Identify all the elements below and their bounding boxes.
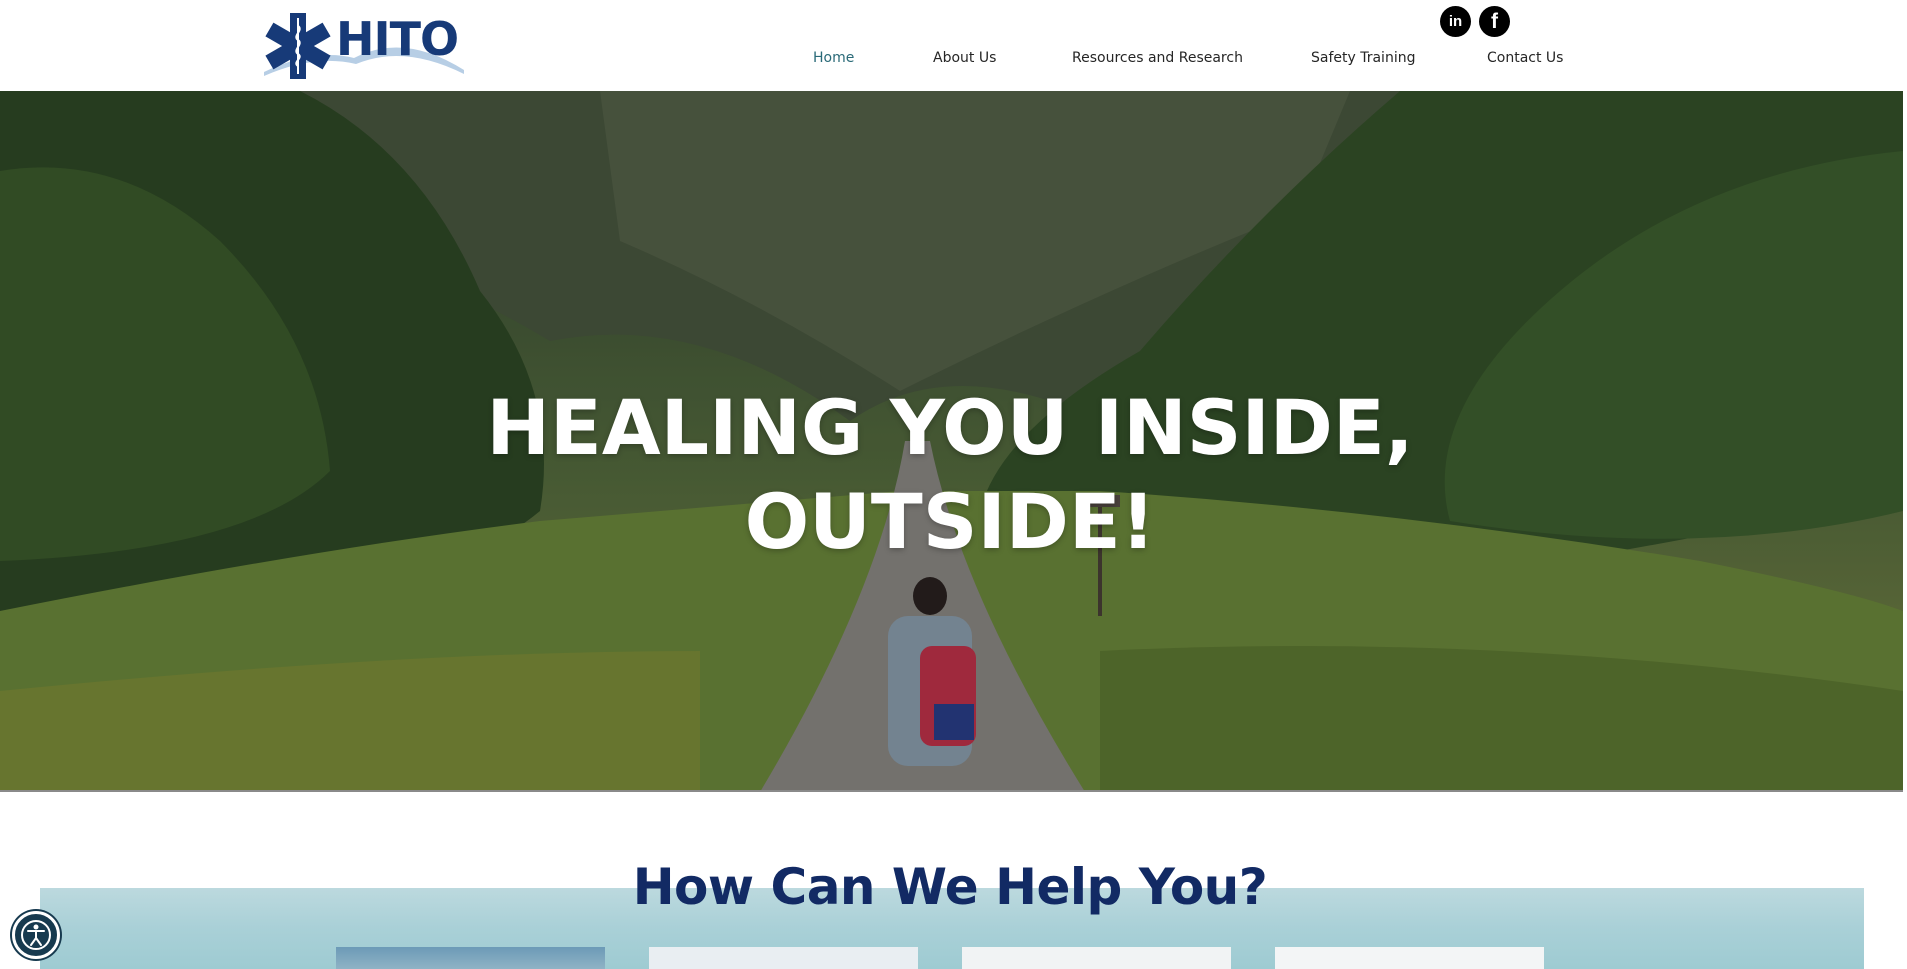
nav-item-resources-and-research[interactable]: Resources and Research bbox=[1072, 50, 1243, 66]
hero-title-line-2: OUTSIDE! bbox=[744, 477, 1156, 566]
site-header: HITO in f Home About Us Resources and Re… bbox=[0, 0, 1903, 91]
site-logo[interactable]: HITO bbox=[264, 10, 469, 80]
service-card[interactable] bbox=[962, 947, 1231, 969]
logo-text: HITO bbox=[336, 12, 459, 66]
hero-title: HEALING YOU INSIDE, OUTSIDE! bbox=[480, 381, 1420, 569]
linkedin-icon[interactable]: in bbox=[1440, 6, 1471, 37]
hero-divider bbox=[0, 790, 1903, 792]
nav-item-about-us[interactable]: About Us bbox=[933, 50, 996, 66]
service-card[interactable] bbox=[1275, 947, 1544, 969]
service-card[interactable] bbox=[649, 947, 918, 969]
nav-item-home[interactable]: Home bbox=[813, 50, 854, 66]
facebook-label: f bbox=[1491, 9, 1498, 33]
section-title: How Can We Help You? bbox=[632, 858, 1268, 916]
hero-title-line-1: HEALING YOU INSIDE, bbox=[486, 383, 1414, 472]
facebook-icon[interactable]: f bbox=[1479, 6, 1510, 37]
accessibility-icon[interactable] bbox=[12, 911, 60, 959]
hero-banner: HEALING YOU INSIDE, OUTSIDE! bbox=[0, 91, 1903, 792]
linkedin-label: in bbox=[1448, 13, 1463, 30]
nav-item-safety-training[interactable]: Safety Training bbox=[1311, 50, 1415, 66]
nav-item-contact-us[interactable]: Contact Us bbox=[1487, 50, 1563, 66]
accessibility-figure-icon bbox=[21, 920, 51, 950]
service-card[interactable] bbox=[336, 947, 605, 969]
